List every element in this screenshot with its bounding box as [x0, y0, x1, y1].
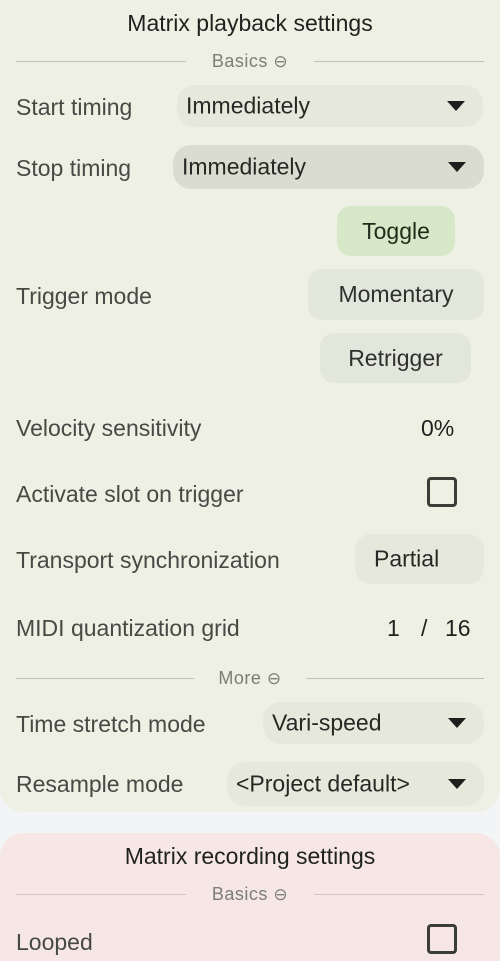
transport-sync-value: Partial — [374, 545, 440, 572]
trigger-mode-momentary-button[interactable]: Momentary — [308, 269, 484, 320]
trigger-mode-toggle-button[interactable]: Toggle — [337, 206, 455, 256]
recording-settings-panel: Matrix recording settings Basics ⊖ Loope… — [0, 833, 500, 961]
stop-timing-select[interactable]: Immediately — [173, 145, 484, 189]
chevron-down-icon — [447, 101, 465, 111]
midi-grid-denominator[interactable]: 16 — [445, 615, 471, 642]
activate-slot-label: Activate slot on trigger — [16, 481, 244, 507]
looped-label: Looped — [16, 929, 93, 955]
time-stretch-label: Time stretch mode — [16, 711, 206, 737]
resample-value: <Project default> — [236, 770, 410, 797]
chevron-down-icon — [448, 779, 466, 789]
basics-label: Basics — [211, 51, 268, 71]
chevron-down-icon — [448, 718, 466, 728]
time-stretch-select[interactable]: Vari-speed — [263, 702, 484, 744]
playback-panel-title: Matrix playback settings — [127, 10, 373, 36]
recording-basics-section-header[interactable]: Basics ⊖ — [16, 884, 484, 904]
velocity-sensitivity-value[interactable]: 0% — [421, 415, 454, 442]
playback-settings-panel: Matrix playback settings Basics ⊖ Start … — [0, 0, 500, 812]
midi-grid-divider: / — [421, 615, 428, 641]
resample-label: Resample mode — [16, 771, 184, 797]
more-section-header[interactable]: More ⊖ — [16, 668, 484, 688]
transport-sync-label: Transport synchronization — [16, 547, 280, 573]
velocity-sensitivity-label: Velocity sensitivity — [16, 415, 202, 441]
trigger-mode-retrigger-button[interactable]: Retrigger — [320, 333, 471, 383]
start-timing-value: Immediately — [186, 92, 310, 119]
chevron-down-icon — [448, 162, 466, 172]
collapse-icon[interactable]: ⊖ — [273, 885, 288, 904]
start-timing-select[interactable]: Immediately — [177, 85, 483, 127]
stop-timing-label: Stop timing — [16, 155, 132, 181]
trigger-mode-label: Trigger mode — [16, 283, 152, 309]
basics-label: Basics — [211, 884, 268, 904]
stop-timing-value: Immediately — [182, 153, 306, 180]
activate-slot-checkbox[interactable] — [427, 477, 457, 507]
time-stretch-value: Vari-speed — [272, 709, 382, 736]
recording-panel-title: Matrix recording settings — [124, 843, 376, 869]
collapse-icon[interactable]: ⊖ — [267, 669, 282, 688]
start-timing-label: Start timing — [16, 94, 133, 120]
resample-select[interactable]: <Project default> — [227, 762, 484, 806]
looped-checkbox[interactable] — [427, 924, 457, 954]
collapse-icon[interactable]: ⊖ — [273, 52, 288, 71]
more-label: More — [218, 668, 262, 688]
basics-section-header[interactable]: Basics ⊖ — [16, 51, 484, 71]
midi-grid-label: MIDI quantization grid — [16, 615, 240, 641]
transport-sync-select[interactable]: Partial — [355, 534, 484, 584]
midi-grid-numerator[interactable]: 1 — [387, 615, 400, 642]
